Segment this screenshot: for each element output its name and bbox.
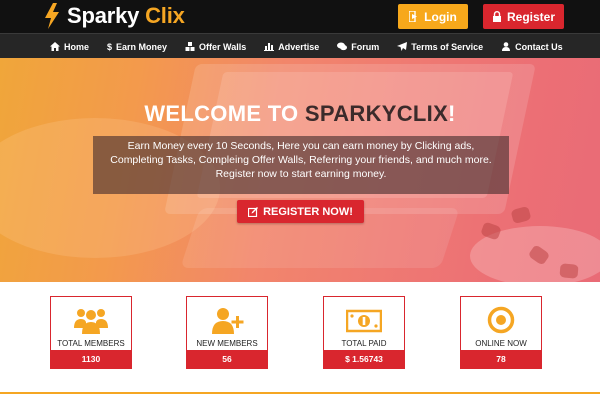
stat-label-total-paid: TOTAL PAID: [341, 339, 387, 348]
nav-label-earn-money: Earn Money: [116, 41, 168, 52]
logo-word-clix: Clix: [145, 3, 185, 28]
paper-plane-icon: [397, 42, 408, 51]
footer-divider: [0, 392, 600, 394]
main-nav: Home $ Earn Money Offer Walls Advertise …: [0, 33, 600, 58]
user-plus-icon: [187, 306, 267, 334]
welcome-heading: WELCOME TO SPARKYCLIX!: [0, 101, 600, 127]
nav-item-earn-money[interactable]: $ Earn Money: [107, 42, 167, 52]
nav-item-advertise[interactable]: Advertise: [264, 42, 319, 52]
cubes-icon: [185, 42, 195, 51]
register-now-label: REGISTER NOW!: [263, 205, 353, 218]
nav-label-offer-walls: Offer Walls: [199, 41, 247, 52]
nav-label-contact: Contact Us: [515, 41, 563, 52]
intro-description: Earn Money every 10 Seconds, Here you ca…: [93, 136, 509, 194]
logo-text: Sparky Clix: [67, 3, 185, 29]
sign-in-icon: [409, 11, 418, 22]
stat-value-online-now: 78: [461, 350, 541, 368]
logo-word-sparky: Sparky: [67, 3, 140, 28]
stat-label-new-members: NEW MEMBERS: [196, 339, 258, 348]
bar-chart-icon: [264, 42, 275, 51]
dot-circle-icon: [461, 306, 541, 334]
register-now-button[interactable]: REGISTER NOW!: [237, 200, 364, 223]
login-label: Login: [424, 9, 457, 24]
site-logo[interactable]: Sparky Clix: [44, 3, 185, 29]
stat-label-total-members: TOTAL MEMBERS: [57, 339, 125, 348]
hero-background-cookie: [510, 205, 532, 225]
hero-background-cookie: [559, 263, 579, 279]
edit-icon: [248, 206, 259, 217]
nav-item-contact[interactable]: Contact Us: [501, 42, 563, 52]
lightning-bolt-icon: [45, 3, 59, 29]
nav-label-home: Home: [64, 41, 90, 52]
lock-icon: [492, 11, 501, 22]
stat-card-total-members: TOTAL MEMBERS 1130: [50, 296, 132, 369]
stat-card-online-now: ONLINE NOW 78: [460, 296, 542, 369]
nav-item-offer-walls[interactable]: Offer Walls: [185, 42, 246, 52]
user-icon: [501, 42, 511, 51]
nav-label-forum: Forum: [351, 41, 380, 52]
login-button[interactable]: Login: [398, 4, 468, 29]
welcome-suffix: !: [448, 101, 456, 126]
stat-card-new-members: NEW MEMBERS 56: [186, 296, 268, 369]
users-icon: [51, 306, 131, 334]
register-label: Register: [506, 9, 556, 24]
nav-label-advertise: Advertise: [278, 41, 320, 52]
dollar-icon: $: [107, 41, 113, 52]
nav-item-forum[interactable]: Forum: [337, 42, 379, 52]
welcome-brand: SPARKYCLIX: [304, 101, 449, 126]
nav-item-terms[interactable]: Terms of Service: [397, 42, 483, 52]
register-button[interactable]: Register: [483, 4, 564, 29]
welcome-prefix: WELCOME TO: [144, 101, 305, 126]
stat-card-total-paid: TOTAL PAID $ 1.56743: [323, 296, 405, 369]
stat-value-total-paid: $ 1.56743: [324, 350, 404, 368]
stat-value-total-members: 1130: [51, 350, 131, 368]
home-icon: [50, 42, 60, 51]
comments-icon: [337, 42, 348, 51]
top-header: Sparky Clix Login Register: [0, 0, 600, 33]
stat-label-online-now: ONLINE NOW: [475, 339, 527, 348]
stat-value-new-members: 56: [187, 350, 267, 368]
nav-label-terms: Terms of Service: [411, 41, 484, 52]
money-icon: [324, 306, 404, 334]
nav-item-home[interactable]: Home: [50, 42, 89, 52]
